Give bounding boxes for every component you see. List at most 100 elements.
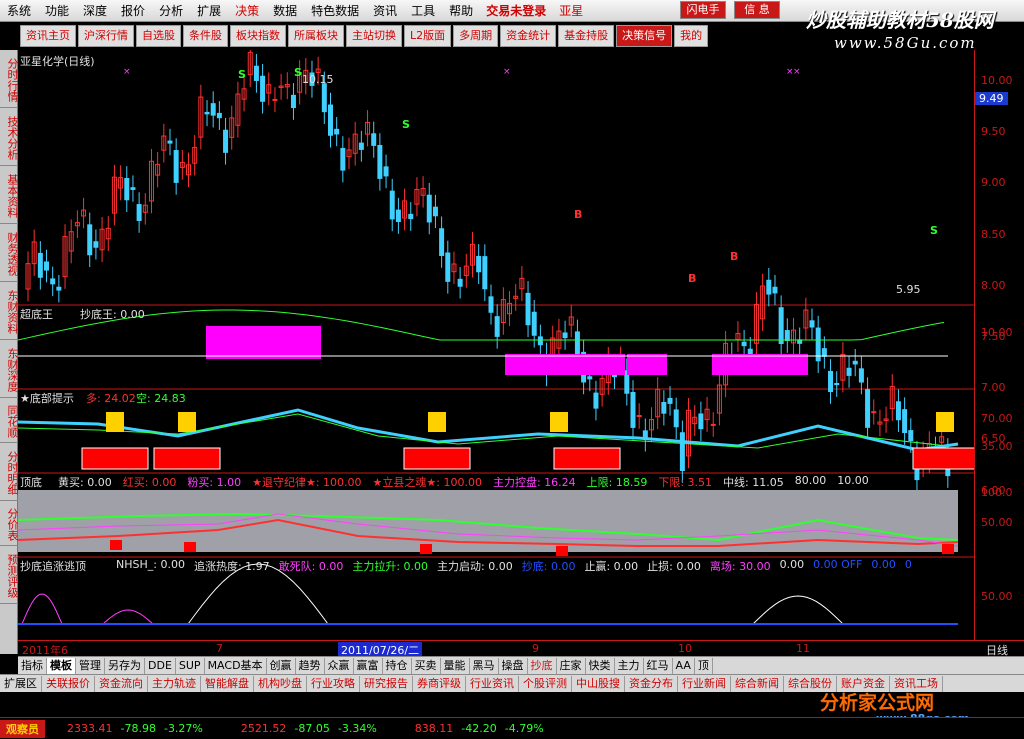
marker-x: × xyxy=(503,67,511,77)
indicator-tab[interactable]: AA xyxy=(673,657,695,674)
toolbar-button[interactable]: 资讯主页 xyxy=(20,25,76,47)
indicator-tab[interactable]: 赢富 xyxy=(354,657,383,674)
index-quote: -87.05 xyxy=(294,722,330,735)
side-tab[interactable]: 财务透视 xyxy=(0,224,19,282)
side-tab[interactable]: 同花顺 xyxy=(0,398,19,443)
menu-item[interactable]: 帮助 xyxy=(442,0,480,22)
candle-body xyxy=(260,75,266,102)
indicator-tab[interactable]: 模板 xyxy=(47,657,76,674)
indicator-tab[interactable]: MACD基本 xyxy=(205,657,267,674)
menu-item[interactable]: 决策 xyxy=(228,0,266,22)
toolbar-button[interactable]: 沪深行情 xyxy=(78,25,134,47)
menu-item[interactable]: 报价 xyxy=(114,0,152,22)
extension-tab[interactable]: 智能解盘 xyxy=(201,675,254,692)
toolbar-button[interactable]: 自选股 xyxy=(136,25,181,47)
extension-tab[interactable]: 行业新闻 xyxy=(678,675,731,692)
extension-tab[interactable]: 综合新闻 xyxy=(731,675,784,692)
indicator-tab[interactable]: 黑马 xyxy=(470,657,499,674)
indicator-tab[interactable]: 众赢 xyxy=(325,657,354,674)
extension-tab[interactable]: 资金分布 xyxy=(625,675,678,692)
side-tab[interactable]: 预测评级 xyxy=(0,546,19,604)
indicator-tab[interactable]: DDE xyxy=(145,657,176,674)
menu-item[interactable]: 功能 xyxy=(38,0,76,22)
indicator-tab[interactable]: 趋势 xyxy=(296,657,325,674)
toolbar-button[interactable]: 基金持股 xyxy=(558,25,615,47)
indicator-tab[interactable]: 红马 xyxy=(644,657,673,674)
candle-body xyxy=(772,286,778,294)
indicator-tab[interactable]: 主力 xyxy=(615,657,644,674)
candle-body xyxy=(167,140,173,144)
extension-tab[interactable]: 个股评测 xyxy=(519,675,572,692)
candle-body xyxy=(272,98,278,101)
login-status[interactable]: 交易未登录 xyxy=(480,2,552,19)
panel3-duo: 多: 24.02 xyxy=(86,392,136,405)
side-tab[interactable]: 分时行情 xyxy=(0,50,19,108)
side-tab[interactable]: 分价表 xyxy=(0,501,19,546)
indicator-tab[interactable]: 买卖 xyxy=(412,657,441,674)
extension-tab[interactable]: 机构吵盘 xyxy=(254,675,307,692)
extension-tab[interactable]: 扩展区 xyxy=(0,675,42,692)
info-button[interactable]: 信 息 xyxy=(734,1,780,19)
indicator-tab[interactable]: 创赢 xyxy=(267,657,296,674)
side-tab[interactable]: 基本资料 xyxy=(0,166,19,224)
toolbar-button[interactable]: 我的 xyxy=(674,25,709,47)
side-tab[interactable]: 东财资料 xyxy=(0,282,19,340)
indicator-tab[interactable]: 顶 xyxy=(695,657,713,674)
extension-tab[interactable]: 行业资讯 xyxy=(466,675,519,692)
toolbar-button[interactable]: 条件股 xyxy=(183,25,228,47)
extension-tab[interactable]: 研究报告 xyxy=(360,675,413,692)
panel3-title: ★底部提示 xyxy=(20,392,74,405)
indicator-tab[interactable]: 量能 xyxy=(441,657,470,674)
side-tab[interactable]: 东财深度 xyxy=(0,340,19,398)
toolbar-button[interactable]: 资金统计 xyxy=(500,25,557,47)
menu-item[interactable]: 数据 xyxy=(266,0,304,22)
indicator-tab[interactable]: 另存为 xyxy=(105,657,145,674)
candle-body xyxy=(846,367,852,376)
index-quote: -78.98 xyxy=(120,722,156,735)
candle-body xyxy=(784,330,790,342)
candle-body xyxy=(865,389,871,428)
extension-tab[interactable]: 中山股搜 xyxy=(572,675,625,692)
extension-tab[interactable]: 资金流向 xyxy=(95,675,148,692)
indicator-tab[interactable]: 抄底 xyxy=(528,657,557,674)
indicator-tab[interactable]: 指标 xyxy=(18,657,47,674)
indicator-tab[interactable]: SUP xyxy=(176,657,205,674)
menu-item[interactable]: 深度 xyxy=(76,0,114,22)
toolbar-button[interactable]: 多周期 xyxy=(453,25,499,47)
side-tab[interactable]: 分时明细 xyxy=(0,443,19,501)
toolbar-button[interactable]: 决策信号 xyxy=(616,25,673,47)
extension-tab[interactable]: 行业攻略 xyxy=(307,675,360,692)
status-bar: 观察员 2333.41 -78.98 -3.27% 2521.52 -87.05 -3.3… xyxy=(0,717,1024,739)
menu-item[interactable]: 特色数据 xyxy=(304,0,366,22)
indicator-tab[interactable]: 管理 xyxy=(76,657,105,674)
sell-signal: S xyxy=(238,68,246,81)
side-tab[interactable]: 技术分析 xyxy=(0,108,19,166)
indicator-tab[interactable]: 操盘 xyxy=(499,657,528,674)
toolbar-button[interactable]: L2版面 xyxy=(404,25,452,47)
toolbar-button[interactable]: 所属板块 xyxy=(288,25,344,47)
observer-label[interactable]: 观察员 xyxy=(0,719,45,738)
candle-body xyxy=(871,411,877,414)
menu-item[interactable]: 工具 xyxy=(404,0,442,22)
menu-item[interactable]: 扩展 xyxy=(190,0,228,22)
toolbar-button[interactable]: 主站切换 xyxy=(346,25,402,47)
side-tabs: 分时行情 技术分析 基本资料 财务透视 东财资料 东财深度 同花顺 分时明细 分价表 预测评级 xyxy=(0,50,19,654)
panel3-bottom-box xyxy=(912,447,974,470)
extension-tab[interactable]: 主力轨迹 xyxy=(148,675,201,692)
extension-tab[interactable]: 关联报价 xyxy=(42,675,95,692)
menu-item[interactable]: 资讯 xyxy=(366,0,404,22)
extension-tab[interactable]: 券商评级 xyxy=(413,675,466,692)
menu-item[interactable]: 分析 xyxy=(152,0,190,22)
indicator-tab[interactable]: 庄家 xyxy=(557,657,586,674)
candle-body xyxy=(389,190,395,220)
toolbar-button[interactable]: 板块指数 xyxy=(230,25,286,47)
indicator-tab[interactable]: 持仓 xyxy=(383,657,412,674)
candle-body xyxy=(371,133,377,146)
indicator-tab[interactable]: 快类 xyxy=(586,657,615,674)
candle-body xyxy=(710,423,716,426)
panel5-value: 止损: 0.00 xyxy=(647,560,701,573)
watermark-title: 分析家公式网 xyxy=(820,692,935,714)
lightning-button[interactable]: 闪电手 xyxy=(680,1,726,19)
menu-item[interactable]: 系统 xyxy=(0,0,38,22)
chart-area[interactable]: S SSSBBB× × × × xyxy=(18,50,974,640)
